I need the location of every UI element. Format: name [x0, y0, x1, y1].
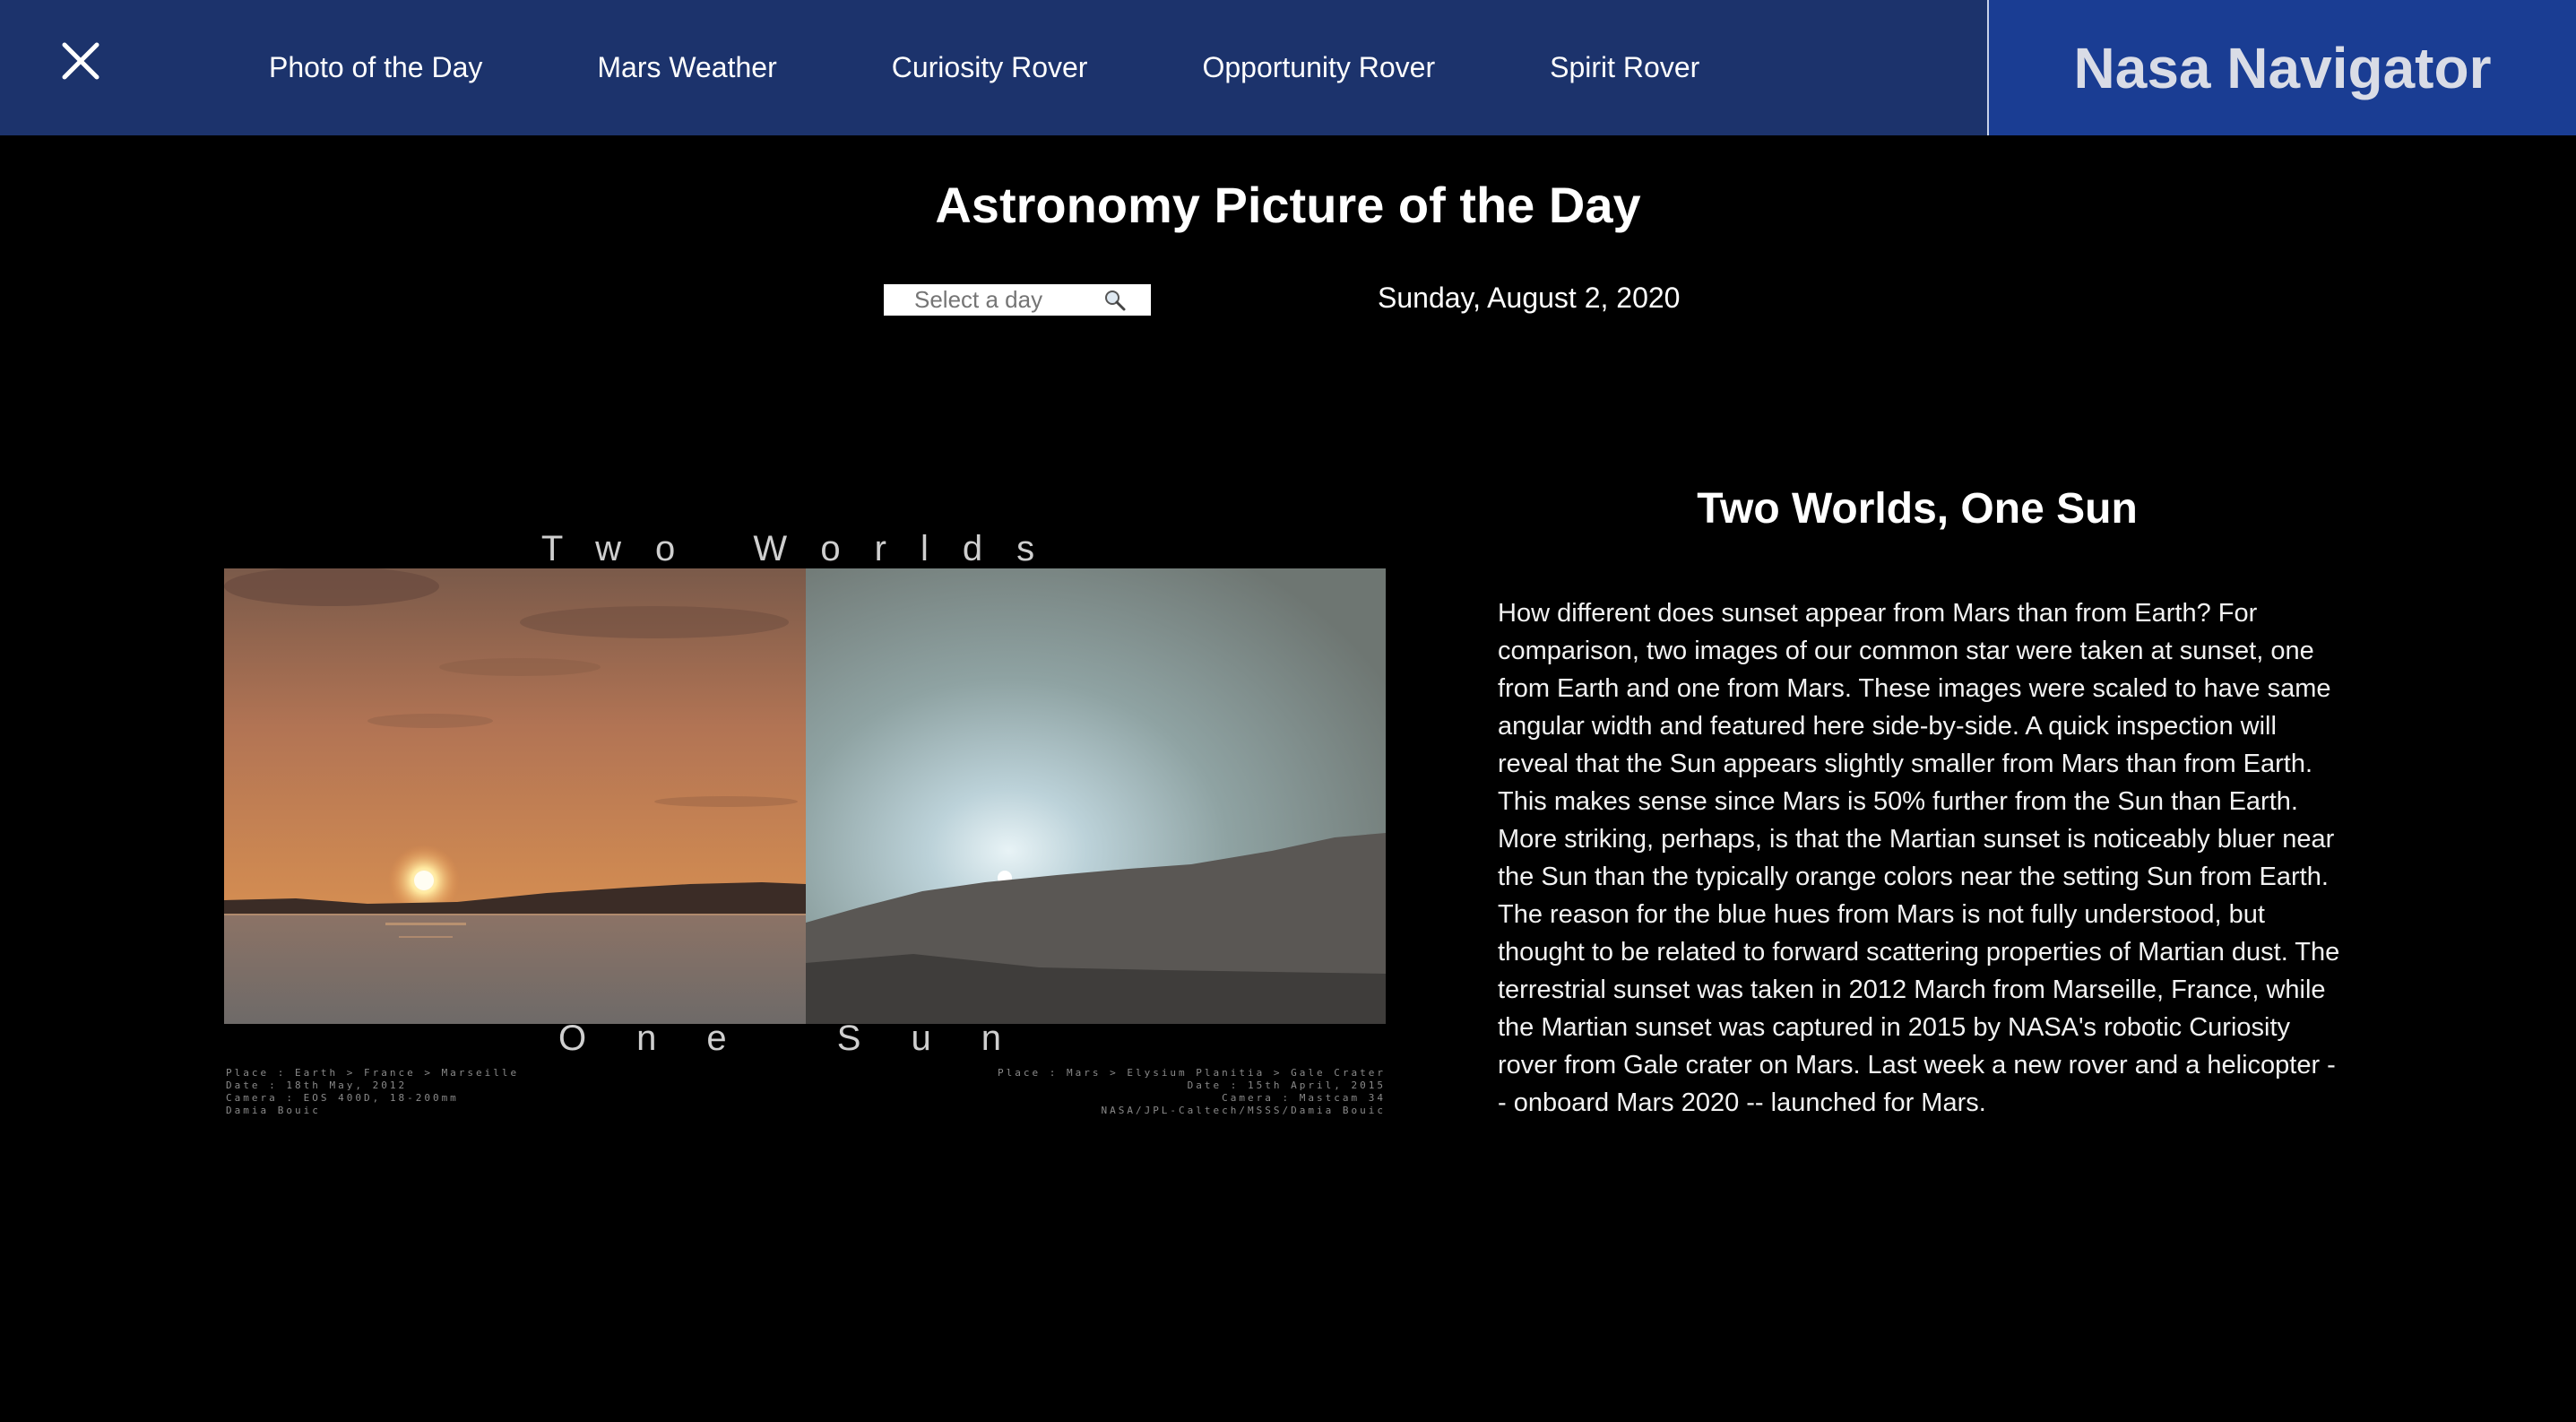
image-caption-earth: Place : Earth > France > Marseille Date …: [226, 1067, 519, 1117]
brand-block: Nasa Navigator: [1987, 0, 2576, 135]
search-icon[interactable]: [1102, 288, 1128, 313]
caption-line: Camera : Mastcam 34: [1222, 1092, 1386, 1104]
top-navbar: Photo of the Day Mars Weather Curiosity …: [0, 0, 2576, 135]
caption-line: Camera : EOS 400D, 18-200mm: [226, 1092, 459, 1104]
caption-line: Date : 15th April, 2015: [1187, 1080, 1386, 1091]
caption-line: NASA/JPL-Caltech/MSSS/Damia Bouic: [1101, 1105, 1386, 1116]
current-date: Sunday, August 2, 2020: [1378, 282, 1681, 314]
apod-image: Two Worlds One Sun Place: Earth > Franc…: [224, 529, 1386, 1121]
date-picker[interactable]: [884, 284, 1151, 316]
nav-links: Photo of the Day Mars Weather Curiosity …: [269, 0, 1814, 135]
earth-sunset-photo: [224, 568, 806, 1024]
page-title: Astronomy Picture of the Day: [935, 177, 1641, 233]
explanation-title: Two Worlds, One Sun: [1697, 485, 2138, 533]
nav-link-mars-weather[interactable]: Mars Weather: [597, 51, 776, 84]
image-caption-mars: Place : Mars > Elysium Planitia > Gale C…: [998, 1067, 1386, 1117]
caption-line: Place : Earth > France > Marseille: [226, 1067, 520, 1079]
nav-link-opportunity-rover[interactable]: Opportunity Rover: [1202, 51, 1435, 84]
explanation-text: How different does sunset appear from Ma…: [1498, 599, 2340, 1117]
brand-title: Nasa Navigator: [2073, 35, 2492, 100]
image-title-bottom: One Sun: [558, 1019, 1051, 1058]
nav-link-spirit-rover[interactable]: Spirit Rover: [1550, 51, 1699, 84]
caption-line: Date : 18th May, 2012: [226, 1080, 408, 1091]
caption-line: Place : Mars > Elysium Planitia > Gale C…: [997, 1067, 1386, 1079]
image-title-top: Two Worlds: [540, 529, 1069, 568]
date-picker-input[interactable]: [912, 285, 1122, 315]
nav-link-photo-of-the-day[interactable]: Photo of the Day: [269, 51, 482, 84]
nav-link-curiosity-rover[interactable]: Curiosity Rover: [892, 51, 1088, 84]
close-icon[interactable]: [56, 36, 106, 86]
mars-sunset-photo: [806, 568, 1386, 1024]
caption-line: Damia Bouic: [226, 1105, 321, 1116]
